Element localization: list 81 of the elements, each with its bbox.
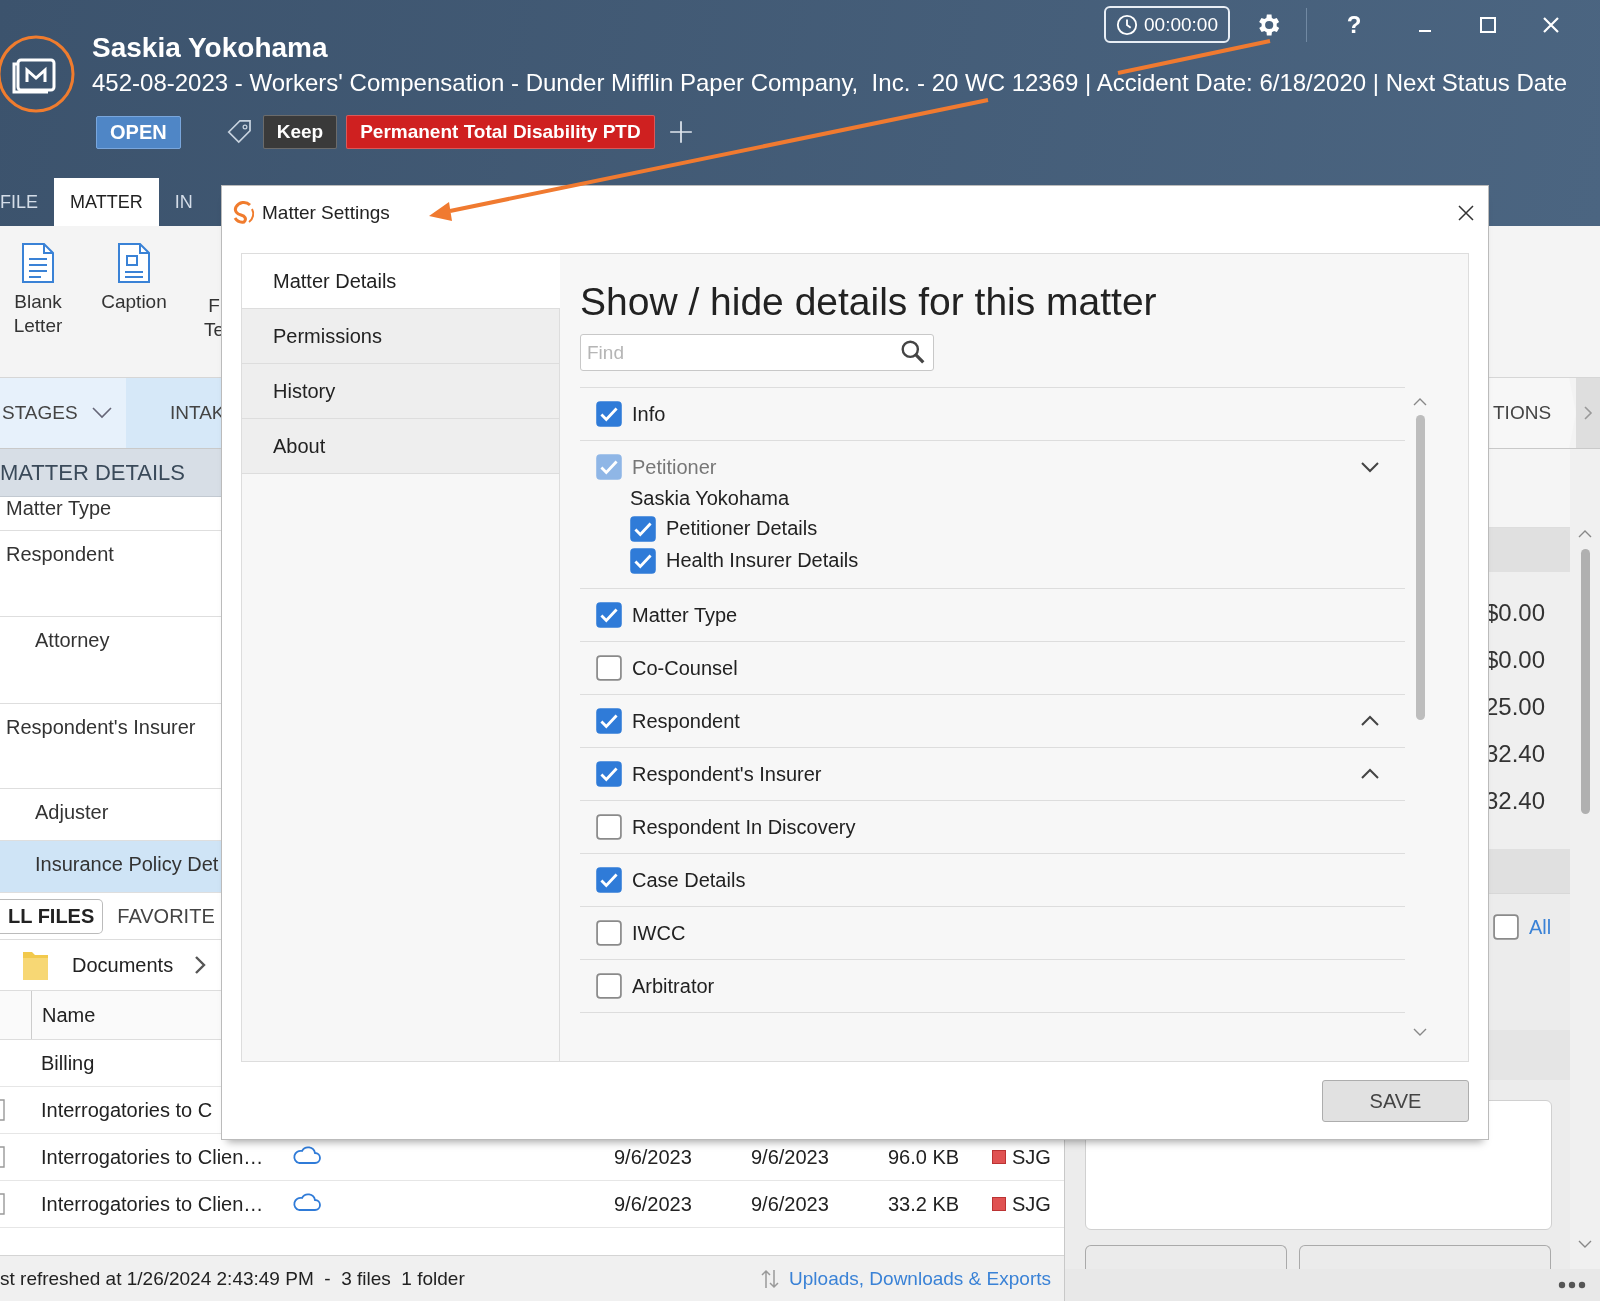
checkbox[interactable]	[596, 814, 622, 840]
checkbox-label[interactable]: Matter Type	[632, 603, 1380, 627]
nav-item[interactable]: About	[242, 419, 559, 474]
checkbox-label[interactable]: Respondent's Insurer	[632, 762, 1350, 786]
save-button[interactable]: SAVE	[1322, 1080, 1469, 1122]
checkbox[interactable]	[596, 655, 622, 681]
folder-name: Billing	[41, 1051, 96, 1075]
file-name: Interrogatories to C	[41, 1098, 214, 1122]
checkbox[interactable]	[596, 401, 622, 427]
tab[interactable]: FILE	[0, 178, 54, 226]
scrollbar-thumb[interactable]	[1580, 549, 1590, 814]
checkbox-label[interactable]: Respondent In Discovery	[632, 815, 1380, 839]
checkbox-label[interactable]: Respondent	[632, 709, 1350, 733]
stage-tab[interactable]: TIONS	[1490, 378, 1576, 448]
checkbox-label[interactable]: Info	[632, 402, 1380, 426]
table-cell: SJG	[1012, 1192, 1051, 1216]
status-badge: OPEN	[96, 115, 181, 149]
date-field[interactable]	[1085, 1245, 1287, 1269]
scroll-up-icon[interactable]	[1578, 529, 1592, 539]
search-icon[interactable]	[900, 339, 926, 365]
dialog-title: Matter Settings	[262, 202, 390, 224]
transfer-icon	[759, 1267, 782, 1290]
breadcrumb-item[interactable]: Documents	[72, 953, 174, 977]
table-cell-text: 9/6/2023	[751, 1145, 830, 1169]
table-cell: SJG	[1012, 1145, 1051, 1169]
search-field[interactable]: Find	[580, 334, 934, 371]
select-all-checkbox[interactable]	[1493, 914, 1519, 940]
matter-subtitle: 452-08-2023 - Workers' Compensation - Dunder Mifflin Paper Company, Inc. - 20 WC 12369 | Accident Date: 6/18/2020 | Next Status Date	[92, 68, 1568, 98]
table-cell-text: 9/6/2023	[751, 1192, 830, 1216]
scroll-up-icon[interactable]	[1413, 397, 1427, 407]
checkbox[interactable]	[596, 920, 622, 946]
file-name: Interrogatories to Clien…	[41, 1192, 265, 1216]
checkbox[interactable]	[596, 761, 622, 787]
nav-item[interactable]: History	[242, 364, 559, 419]
chevron-up-icon[interactable]	[1360, 715, 1380, 727]
checkbox[interactable]	[596, 973, 622, 999]
logo-icon	[0, 34, 76, 114]
timer-button[interactable]: 00:00:00	[1104, 6, 1230, 43]
table-cell-text: 9/6/2023	[614, 1192, 693, 1216]
checkbox-label[interactable]: IWCC	[632, 921, 1380, 945]
table-cell-text: 96.0 KB	[888, 1145, 961, 1169]
transfers-link[interactable]: Uploads, Downloads & Exports	[789, 1267, 1051, 1290]
dropdown-field[interactable]	[1299, 1245, 1551, 1269]
tag-label: Permanent Total Disability PTD	[346, 115, 655, 149]
chevron-right-icon[interactable]	[193, 955, 208, 975]
file-name: Interrogatories to Clien…	[41, 1145, 265, 1169]
tab[interactable]: MATTER	[54, 178, 159, 226]
checkbox[interactable]	[596, 708, 622, 734]
nav-item[interactable]: Permissions	[242, 309, 559, 364]
tag-label: Keep	[262, 115, 338, 149]
checkbox-label[interactable]: Co-Counsel	[632, 656, 1380, 680]
column-header[interactable]: Name	[42, 1003, 96, 1027]
table-cell-text: 33.2 KB	[888, 1192, 961, 1216]
nav-item[interactable]: Matter Details	[242, 254, 560, 309]
help-button[interactable]: ?	[1329, 10, 1379, 39]
more-icon[interactable]	[1558, 1281, 1586, 1289]
status-text: st refreshed at 1/26/2024 2:43:49 PM - 3 files 1 folder	[0, 1267, 466, 1290]
caption-icon	[117, 242, 151, 284]
checkbox-label[interactable]: Case Details	[632, 868, 1380, 892]
matter-title: Saskia Yokohama	[92, 32, 328, 64]
checkbox[interactable]	[596, 867, 622, 893]
close-icon[interactable]	[1458, 205, 1474, 221]
ribbon-button[interactable]: Caption	[101, 290, 167, 314]
dialog-heading: Show / hide details for this matter	[580, 279, 1158, 325]
maximize-icon[interactable]	[1478, 15, 1497, 34]
table-cell-text: 9/6/2023	[614, 1145, 693, 1169]
files-tab[interactable]: FAVORITE	[113, 899, 219, 933]
stages-dropdown[interactable]: STAGES	[0, 378, 126, 448]
chevron-up-icon[interactable]	[1360, 768, 1380, 780]
add-icon[interactable]	[667, 119, 694, 145]
scroll-down-icon[interactable]	[1413, 1027, 1427, 1037]
document-icon	[21, 242, 55, 284]
tab[interactable]: IN	[158, 178, 209, 226]
clock-icon	[1116, 13, 1139, 36]
ribbon-button[interactable]: Blank Letter	[13, 290, 63, 338]
checkbox-label[interactable]: Arbitrator	[632, 974, 1380, 998]
files-tab[interactable]: LL FILES	[0, 898, 104, 934]
checkbox[interactable]	[596, 602, 622, 628]
scrollbar-thumb[interactable]	[1415, 415, 1425, 720]
chevron-down-icon	[91, 407, 112, 419]
scroll-down-icon[interactable]	[1578, 1239, 1592, 1249]
